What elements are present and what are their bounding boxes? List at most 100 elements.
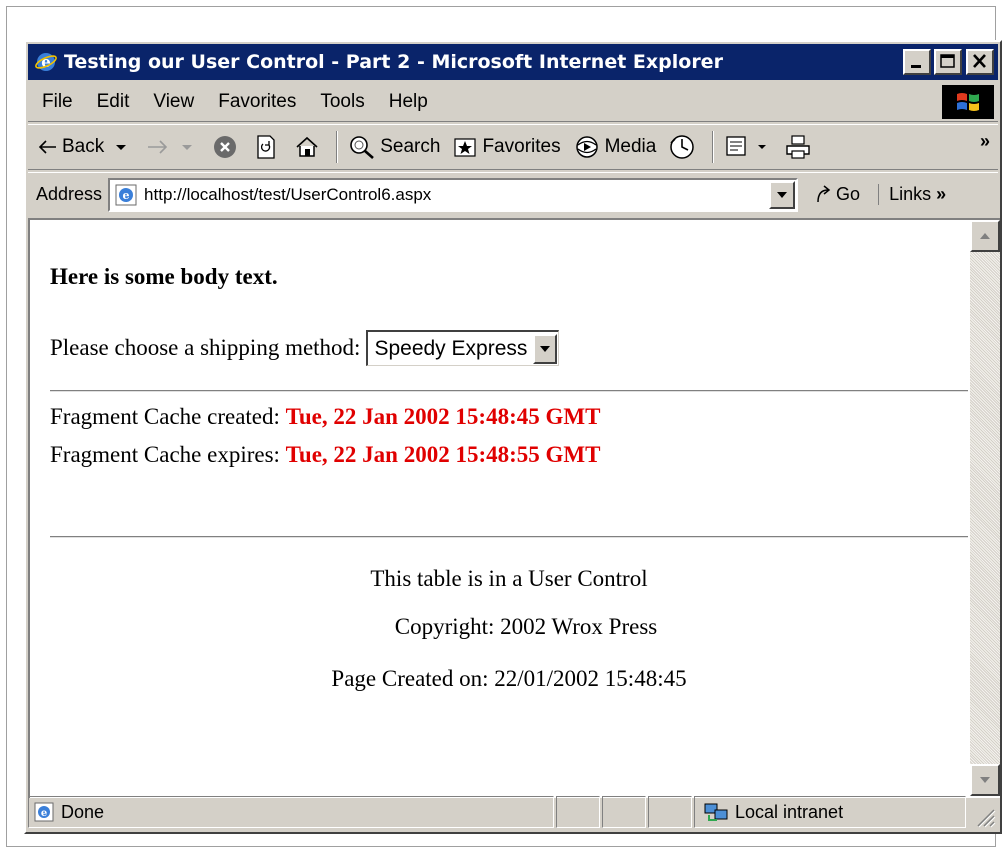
media-icon xyxy=(575,136,598,158)
home-icon xyxy=(296,136,318,157)
cache-created-value: Tue, 22 Jan 2002 15:48:45 GMT xyxy=(285,404,601,429)
browser-window: e Testing our User Control - Part 2 - Mi… xyxy=(24,40,1002,834)
window-title: Testing our User Control - Part 2 - Micr… xyxy=(64,51,723,73)
mail-icon xyxy=(726,136,746,156)
favorites-button[interactable]: Favorites xyxy=(452,135,561,159)
status-cell xyxy=(648,796,692,828)
scroll-down-button[interactable] xyxy=(970,764,1000,796)
close-icon xyxy=(973,54,986,68)
menu-tools[interactable]: Tools xyxy=(308,91,376,113)
svg-text:e: e xyxy=(123,189,130,202)
page-done-icon: e xyxy=(34,802,54,822)
cache-expires-value: Tue, 22 Jan 2002 15:48:55 GMT xyxy=(285,442,601,467)
svg-text:e: e xyxy=(41,53,51,71)
favorites-star-icon xyxy=(454,138,477,157)
mail-button[interactable] xyxy=(724,134,772,160)
cache-expires-line: Fragment Cache expires: Tue, 22 Jan 2002… xyxy=(50,442,600,468)
cache-created-line: Fragment Cache created: Tue, 22 Jan 2002… xyxy=(50,404,600,430)
svg-text:e: e xyxy=(41,808,47,819)
favorites-label: Favorites xyxy=(482,136,561,157)
status-text: Done xyxy=(61,801,105,822)
zone-text: Local intranet xyxy=(735,801,844,822)
go-button[interactable]: Go xyxy=(814,184,860,206)
back-arrow-icon xyxy=(38,140,56,154)
media-label: Media xyxy=(604,136,657,157)
menu-help[interactable]: Help xyxy=(377,91,440,113)
shipping-dropdown-button[interactable] xyxy=(533,333,558,364)
shipping-row: Please choose a shipping method: Speedy … xyxy=(50,330,560,366)
stop-icon xyxy=(214,136,237,158)
minimize-button[interactable] xyxy=(903,49,931,75)
intranet-icon xyxy=(704,803,728,821)
vertical-scrollbar[interactable] xyxy=(970,220,1000,796)
address-bar: Address e http://localhost/test/UserCont… xyxy=(28,172,998,216)
stop-button[interactable] xyxy=(212,134,242,160)
history-button[interactable] xyxy=(668,133,700,161)
print-icon xyxy=(786,135,811,159)
divider xyxy=(50,536,968,538)
menu-view[interactable]: View xyxy=(141,91,206,113)
ie-logo-icon: e xyxy=(35,53,57,71)
standard-toolbar: Back Search Favorites Media » xyxy=(28,124,998,170)
scroll-down-icon xyxy=(980,777,990,783)
copyright-text: Copyright: 2002 Wrox Press xyxy=(394,614,658,639)
go-arrow-icon xyxy=(817,184,831,202)
back-dropdown-icon[interactable] xyxy=(112,141,130,153)
address-url[interactable]: http://localhost/test/UserControl6.aspx xyxy=(144,185,431,205)
links-label: Links xyxy=(889,184,932,204)
status-cell xyxy=(556,796,600,828)
shipping-prompt: Please choose a shipping method: xyxy=(50,335,361,360)
security-zone-panel[interactable]: Local intranet xyxy=(694,796,966,828)
maximize-icon xyxy=(940,54,955,68)
address-dropdown-button[interactable] xyxy=(769,180,796,209)
links-chevron: » xyxy=(936,184,947,204)
menu-favorites[interactable]: Favorites xyxy=(206,91,308,113)
scroll-up-button[interactable] xyxy=(970,220,1000,252)
menu-edit[interactable]: Edit xyxy=(85,91,142,113)
media-button[interactable]: Media xyxy=(573,134,657,160)
maximize-button[interactable] xyxy=(934,49,962,75)
address-input[interactable]: e http://localhost/test/UserControl6.asp… xyxy=(108,177,799,212)
print-button[interactable] xyxy=(784,134,816,160)
forward-dropdown-icon xyxy=(182,145,193,150)
toolbar-separator xyxy=(712,131,715,163)
cache-created-label: Fragment Cache created: xyxy=(50,404,280,429)
scroll-up-icon xyxy=(980,233,990,239)
shipping-method-select[interactable]: Speedy Express xyxy=(366,330,560,366)
menu-file[interactable]: File xyxy=(28,91,85,113)
chevron-down-icon xyxy=(777,191,788,198)
divider xyxy=(50,390,968,392)
menu-bar: File Edit View Favorites Tools Help xyxy=(28,82,998,122)
search-icon xyxy=(350,136,375,159)
toolbar-chevron[interactable]: » xyxy=(980,131,990,152)
go-label: Go xyxy=(836,184,861,204)
history-icon xyxy=(670,135,695,159)
page-viewport: Here is some body text. Please choose a … xyxy=(28,218,1000,798)
title-bar[interactable]: e Testing our User Control - Part 2 - Mi… xyxy=(28,44,998,80)
links-button[interactable]: Links » xyxy=(878,184,946,205)
refresh-button[interactable] xyxy=(254,134,282,160)
status-cell xyxy=(602,796,646,828)
minimize-icon xyxy=(911,65,921,68)
resize-grip-icon[interactable] xyxy=(972,804,996,828)
status-bar: e Done Local intranet xyxy=(28,794,998,830)
search-label: Search xyxy=(380,136,441,157)
back-button[interactable]: Back xyxy=(38,136,134,158)
windows-logo-throbber xyxy=(942,85,994,119)
address-label: Address xyxy=(36,184,103,204)
mail-dropdown-icon[interactable] xyxy=(756,141,768,153)
toolbar-separator xyxy=(336,131,339,163)
refresh-icon xyxy=(257,135,275,159)
forward-arrow-icon xyxy=(148,140,168,154)
home-button[interactable] xyxy=(294,135,324,159)
cache-expires-label: Fragment Cache expires: xyxy=(50,442,280,467)
search-button[interactable]: Search xyxy=(348,134,440,160)
body-text: Here is some body text. xyxy=(50,264,278,289)
close-button[interactable] xyxy=(966,49,994,75)
page-created-text: Page Created on: 22/01/2002 15:48:45 xyxy=(331,666,687,691)
chevron-down-icon xyxy=(540,345,551,352)
page-content: Here is some body text. Please choose a … xyxy=(50,220,968,796)
windows-flag-icon xyxy=(957,93,979,111)
forward-button[interactable] xyxy=(146,139,200,155)
user-control-note: This table is in a User Control xyxy=(370,566,648,591)
